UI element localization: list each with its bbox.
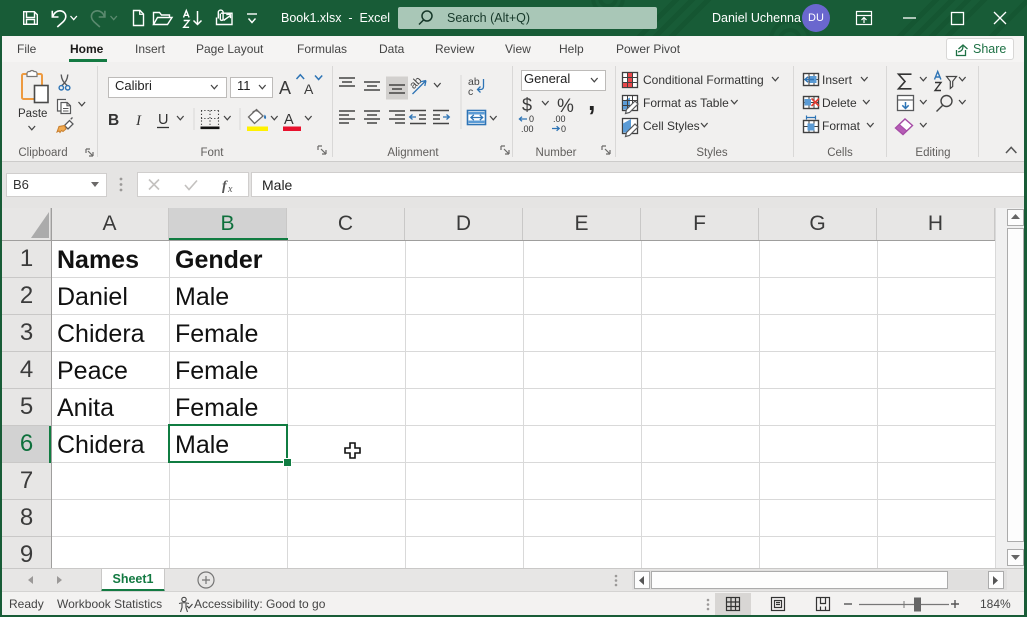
svg-text:ab: ab (407, 75, 424, 92)
svg-text:Insert: Insert (822, 73, 853, 87)
svg-text:A: A (284, 112, 294, 128)
svg-text:Cell Styles: Cell Styles (643, 119, 700, 133)
svg-text:.00: .00 (553, 114, 566, 124)
svg-text:I: I (135, 113, 142, 129)
svg-text:U: U (158, 112, 168, 128)
svg-text:0: 0 (529, 114, 534, 124)
svg-text:A: A (304, 81, 314, 97)
svg-text:Delete: Delete (822, 96, 857, 110)
svg-text:Paste: Paste (18, 108, 47, 120)
svg-text:Conditional Formatting: Conditional Formatting (643, 73, 764, 87)
svg-text:$: $ (522, 95, 532, 115)
svg-text:x: x (227, 184, 233, 195)
svg-text:B: B (108, 112, 119, 129)
svg-text:c: c (468, 86, 473, 98)
svg-text:Format as Table: Format as Table (643, 96, 729, 110)
svg-text:,: , (588, 86, 596, 116)
svg-text:Format: Format (822, 119, 861, 133)
svg-text:.00: .00 (521, 124, 534, 134)
svg-text:A: A (279, 78, 291, 98)
svg-text:0: 0 (561, 124, 566, 134)
